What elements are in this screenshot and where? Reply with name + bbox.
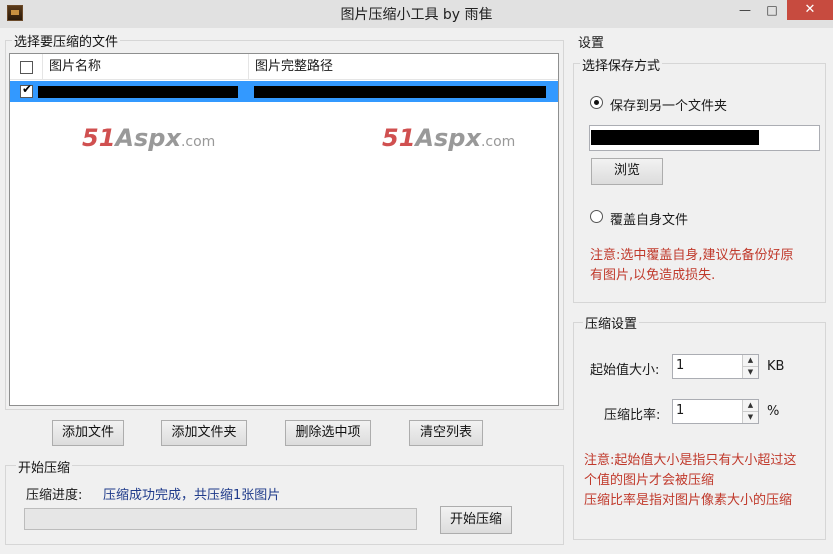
spin-up-icon[interactable]: ▲ [743,400,758,412]
watermark-logo: 51Aspx.com [382,124,516,152]
spin-up-icon[interactable]: ▲ [743,355,758,367]
column-header-name[interactable]: 图片名称 [43,54,249,80]
compress-note-line2: 个值的图片才会被压缩 [584,473,715,488]
radio-save-to-folder[interactable] [590,96,603,109]
select-all-checkbox[interactable] [20,61,33,74]
compress-group-title: 开始压缩 [16,457,73,476]
start-size-stepper[interactable]: 1 ▲ ▼ [672,354,759,379]
add-file-button[interactable]: 添加文件 [52,420,124,446]
ratio-stepper[interactable]: 1 ▲ ▼ [672,399,759,424]
overwrite-note-line2: 有图片,以免造成损失. [590,268,716,283]
compress-note-line3: 压缩比率是指对图片像素大小的压缩 [584,493,793,508]
redacted-folder-path [591,130,759,145]
start-size-spin-buttons: ▲ ▼ [742,355,758,378]
file-group-title: 选择要压缩的文件 [12,31,121,50]
compress-settings-title: 压缩设置 [583,313,640,332]
ratio-unit: % [767,404,780,419]
start-size-unit: KB [767,359,785,374]
save-mode-title: 选择保存方式 [580,55,663,74]
compress-note-line1: 注意:起始值大小是指只有大小超过这 [584,453,797,468]
minimize-button[interactable]: — [735,0,755,20]
list-header: 图片名称 图片完整路径 [10,54,558,80]
clear-list-button[interactable]: 清空列表 [409,420,483,446]
maximize-button[interactable]: □ [762,0,782,20]
start-size-label: 起始值大小: [590,363,660,378]
overwrite-note-line1: 注意:选中覆盖自身,建议先备份好原 [590,248,794,263]
settings-title: 设置 [578,36,605,51]
start-compress-button[interactable]: 开始压缩 [440,506,512,534]
delete-selected-button[interactable]: 删除选中项 [285,420,371,446]
column-header-path[interactable]: 图片完整路径 [249,54,558,80]
spin-down-icon[interactable]: ▼ [743,411,758,423]
add-folder-button[interactable]: 添加文件夹 [161,420,247,446]
browse-button[interactable]: 浏览 [591,158,663,185]
header-select-cell [10,54,43,80]
redacted-filename [38,86,238,98]
radio-overwrite-label[interactable]: 覆盖自身文件 [610,209,688,228]
save-folder-input[interactable] [589,125,820,151]
status-text: 压缩成功完成，共压缩1张图片 [103,488,281,503]
spin-down-icon[interactable]: ▼ [743,366,758,378]
file-list[interactable]: 图片名称 图片完整路径 ✔ 51Aspx.com 51Aspx.com [9,53,559,406]
watermark-logo: 51Aspx.com [82,124,216,152]
redacted-filepath [254,86,546,98]
ratio-spin-buttons: ▲ ▼ [742,400,758,423]
progress-label: 压缩进度: [26,488,83,503]
ratio-value: 1 [676,403,685,418]
window-title: 图片压缩小工具 by 雨隹 [340,7,493,23]
start-size-value: 1 [676,358,685,373]
progress-bar [24,508,417,530]
ratio-label: 压缩比率: [604,408,661,423]
title-bar: 图片压缩小工具 by 雨隹 — □ ✕ [0,0,833,28]
table-row[interactable]: ✔ [10,81,558,102]
radio-save-to-folder-label[interactable]: 保存到另一个文件夹 [610,95,727,114]
close-button[interactable]: ✕ [787,0,833,20]
radio-overwrite[interactable] [590,210,603,223]
check-icon: ✔ [22,82,33,96]
row-checkbox[interactable]: ✔ [20,82,33,98]
